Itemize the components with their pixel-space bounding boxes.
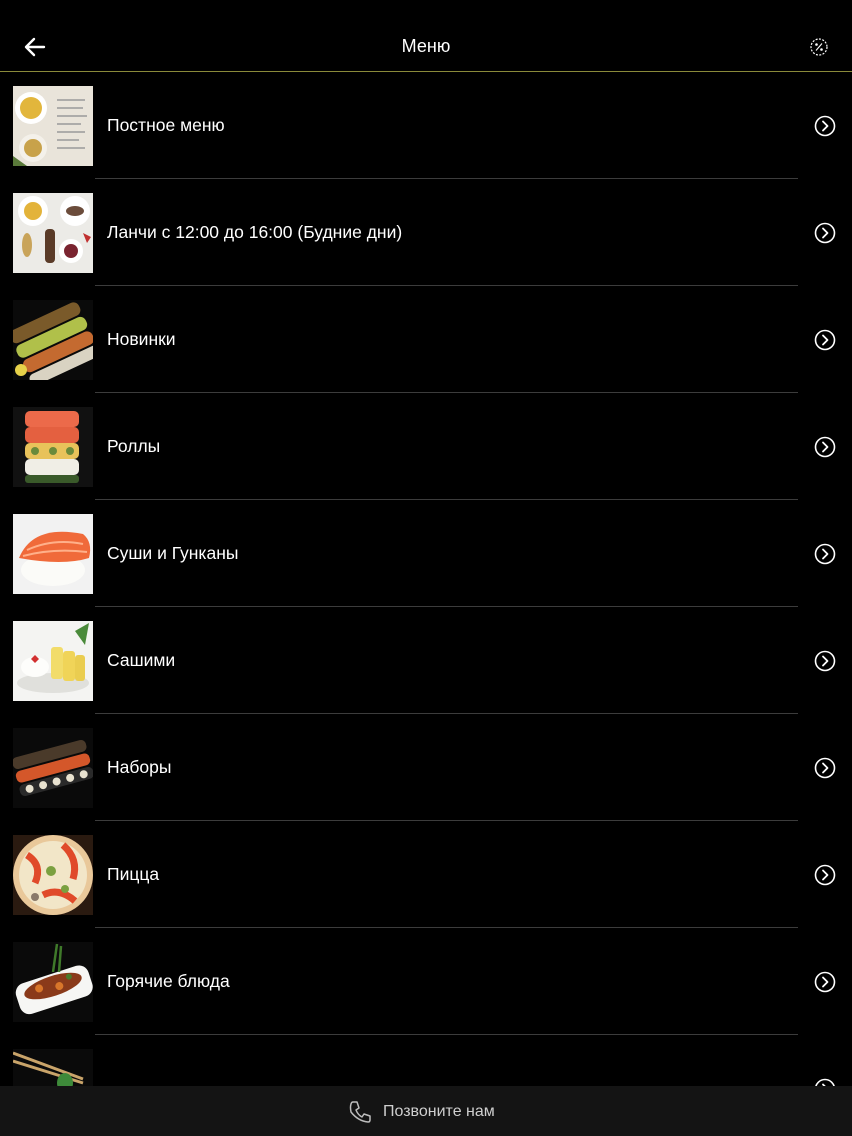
hot-dishes-photo [13,942,93,1022]
menu-item-lenten[interactable]: Постное меню [0,72,852,179]
menu-item-label: Постное меню [107,115,225,135]
chevron-right-circle-icon [814,757,836,779]
new-items-photo [13,300,93,380]
footer-bar: Позвоните нам [0,1086,852,1136]
menu-item-sets[interactable]: Наборы [0,714,852,821]
promo-button[interactable] [809,37,829,57]
menu-category-list[interactable]: Постное меню Ланчи с 12:00 до 16:00 (Буд… [0,72,852,1086]
sets-photo [13,728,93,808]
menu-item-label: Сашими [107,650,176,670]
chevron-right-circle-icon [814,222,836,244]
menu-item-label: Ланчи с 12:00 до 16:00 (Будние дни) [107,222,403,242]
percent-badge-icon [810,38,828,56]
menu-item-label: Новинки [107,329,176,349]
menu-item-sashimi[interactable]: Сашими [0,607,852,714]
menu-item-label: Суши и Гунканы [107,543,239,563]
lunch-photo [13,193,93,273]
chevron-right-circle-icon [814,543,836,565]
menu-item-pizza[interactable]: Пицца [0,821,852,928]
chevron-right-circle-icon [815,1078,835,1086]
menu-item-label: Роллы [107,436,161,456]
chevron-right-circle-icon [814,329,836,351]
chevron-right-circle-icon [814,115,836,137]
phone-icon [349,1101,371,1123]
menu-item-rolls[interactable]: Роллы [0,393,852,500]
sushi-photo [13,514,93,594]
pizza-photo [13,835,93,915]
call-us-button[interactable]: Позвоните нам [347,1099,495,1125]
chopsticks-photo [13,1049,93,1086]
chevron-right-circle-icon [814,650,836,672]
menu-item-lunch[interactable]: Ланчи с 12:00 до 16:00 (Будние дни) [0,179,852,286]
chevron-right-circle-icon [814,971,836,993]
page-title: Меню [401,36,451,56]
call-us-label: Позвоните нам [383,1103,495,1120]
menu-item-label: Горячие блюда [107,971,230,991]
menu-item-new[interactable]: Новинки [0,286,852,393]
menu-item-sushi[interactable]: Суши и Гунканы [0,500,852,607]
menu-item-hot-dishes[interactable]: Горячие блюда [0,928,852,1035]
rolls-photo [13,407,93,487]
chevron-right-circle-icon [814,864,836,886]
app-header: Меню [0,0,852,72]
chevron-right-circle-icon [814,436,836,458]
menu-item-label: Наборы [107,757,172,777]
menu-item-label: Пицца [107,864,160,884]
lenten-menu-photo [13,86,93,166]
menu-item-partial[interactable] [0,1035,852,1086]
sashimi-photo [13,621,93,701]
